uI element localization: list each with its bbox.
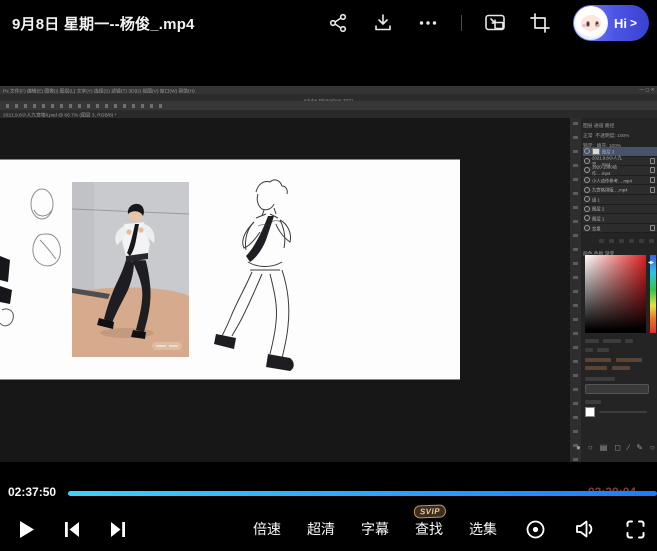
eye-icon: [584, 215, 590, 221]
ps-lock-row: 锁定: 填充: 100%: [583, 138, 657, 147]
ps-options-bar: [0, 101, 657, 110]
ps-menu-bar: Ps 文件(F) 编辑(E) 图像(I) 图层(L) 文字(Y) 选择(S) 滤…: [0, 86, 657, 94]
ps-title-bar: Adobe Photoshop 2021: [0, 94, 657, 101]
play-button[interactable]: [14, 517, 38, 541]
lock-label: 锁定:: [583, 144, 594, 147]
line-art-sketch: [214, 180, 294, 371]
settings-icon[interactable]: [523, 517, 547, 541]
lock-icon: [650, 187, 655, 193]
avatar: [574, 6, 608, 40]
reference-photo: [72, 182, 189, 357]
video-title: 9月8日 星期一--杨俊_.mp4: [12, 13, 195, 34]
ps-panel-tabs: 图层 通道 路径: [583, 118, 657, 128]
layer-row: 九宫格排版….mp4: [583, 185, 657, 195]
fill-label: 填充: 100%: [597, 144, 622, 147]
player-top-bar: 9月8日 星期一--杨俊_.mp4: [0, 0, 657, 46]
svip-badge: SVIP: [414, 504, 447, 518]
ps-brush-controls: [585, 339, 651, 417]
episodes-button[interactable]: 选集: [469, 519, 497, 539]
account-pill[interactable]: Hi >: [573, 5, 649, 41]
toolbar-divider: [461, 15, 462, 31]
foreground-swatch: [585, 407, 595, 417]
left-sketch-fragments: [0, 256, 13, 326]
quality-button[interactable]: 超清: [307, 519, 335, 539]
top-toolbar: Hi >: [326, 0, 649, 46]
fullscreen-icon[interactable]: [623, 517, 647, 541]
layer-row: 小人动作参考….mp4: [583, 176, 657, 186]
chevron-right-icon: >: [630, 16, 637, 30]
progress-bar[interactable]: [68, 491, 657, 496]
crop-icon[interactable]: [528, 11, 552, 35]
volume-icon[interactable]: [573, 517, 597, 541]
ps-window-controls: — ▢ ✕: [637, 86, 657, 94]
lock-icon: [650, 167, 655, 173]
color-picker-field: [585, 255, 646, 333]
find-button[interactable]: SVIP 查找: [415, 519, 443, 539]
ps-tool-options: [6, 104, 166, 108]
ps-doc-tab-label: 2021.9.8小人九宫格li.psd @ 66.7% (图层 3, RGB/8…: [3, 110, 116, 117]
layer-row: 1920-1080动作….mp4: [583, 166, 657, 176]
ps-right-dock: 图层 通道 路径 正常 不透明度: 100% 锁定: 填充: 100% 图层 3…: [570, 118, 657, 462]
current-time: 02:37:50: [8, 485, 56, 499]
next-button[interactable]: [106, 517, 130, 541]
lock-icon: [650, 177, 655, 183]
share-icon[interactable]: [326, 11, 350, 35]
canvas-artwork: [0, 160, 460, 379]
video-surface[interactable]: Ps 文件(F) 编辑(E) 图像(I) 图层(L) 文字(Y) 选择(S) 滤…: [0, 86, 657, 462]
eye-icon: [584, 167, 590, 173]
hue-strip: [650, 255, 656, 333]
eye-icon: [584, 187, 590, 193]
eye-icon: [584, 148, 590, 154]
layer-row: 组 1: [583, 195, 657, 205]
ps-layer-list: 图层 3 2021.9.8小人九宫….mp4 1920-1080动作….mp4 …: [583, 147, 657, 233]
thumbnail-ovals: [31, 189, 60, 266]
ps-layer-actions: [583, 236, 657, 246]
ps-dropdown: [585, 384, 649, 394]
ps-menu-items: Ps 文件(F) 编辑(E) 图像(I) 图层(L) 文字(Y) 选择(S) 滤…: [3, 86, 195, 93]
layer-row: 背景: [583, 224, 657, 234]
eye-icon: [584, 177, 590, 183]
video-player-app: 9月8日 星期一--杨俊_.mp4: [0, 0, 657, 551]
eye-icon: [584, 196, 590, 202]
previous-button[interactable]: [60, 517, 84, 541]
eye-icon: [584, 225, 590, 231]
ps-blend-mode-row: 正常 不透明度: 100%: [583, 128, 657, 138]
lock-icon: [650, 158, 655, 164]
ps-document-tab: 2021.9.8小人九宫格li.psd @ 66.7% (图层 3, RGB/8…: [0, 110, 657, 118]
playback-speed-button[interactable]: 倍速: [253, 519, 281, 539]
ps-canvas: [0, 159, 460, 380]
layer-row: 图层 1: [583, 214, 657, 224]
ps-toolbox: [570, 118, 581, 462]
lock-icon: [650, 225, 655, 231]
layer-row: 图层 2: [583, 205, 657, 215]
download-icon[interactable]: [371, 11, 395, 35]
eye-icon: [584, 206, 590, 212]
account-greeting: Hi: [614, 16, 627, 31]
hue-marker: ◂▸: [648, 260, 657, 266]
ps-bottom-toolbar: ●○▤◻∕✎○: [576, 443, 654, 452]
eye-icon: [584, 158, 590, 164]
picture-in-picture-icon[interactable]: [483, 11, 507, 35]
photo-watermark: [152, 342, 182, 350]
player-controls: 倍速 超清 字幕 SVIP 查找 选集: [0, 507, 657, 551]
more-icon[interactable]: [416, 11, 440, 35]
subtitles-button[interactable]: 字幕: [361, 519, 389, 539]
